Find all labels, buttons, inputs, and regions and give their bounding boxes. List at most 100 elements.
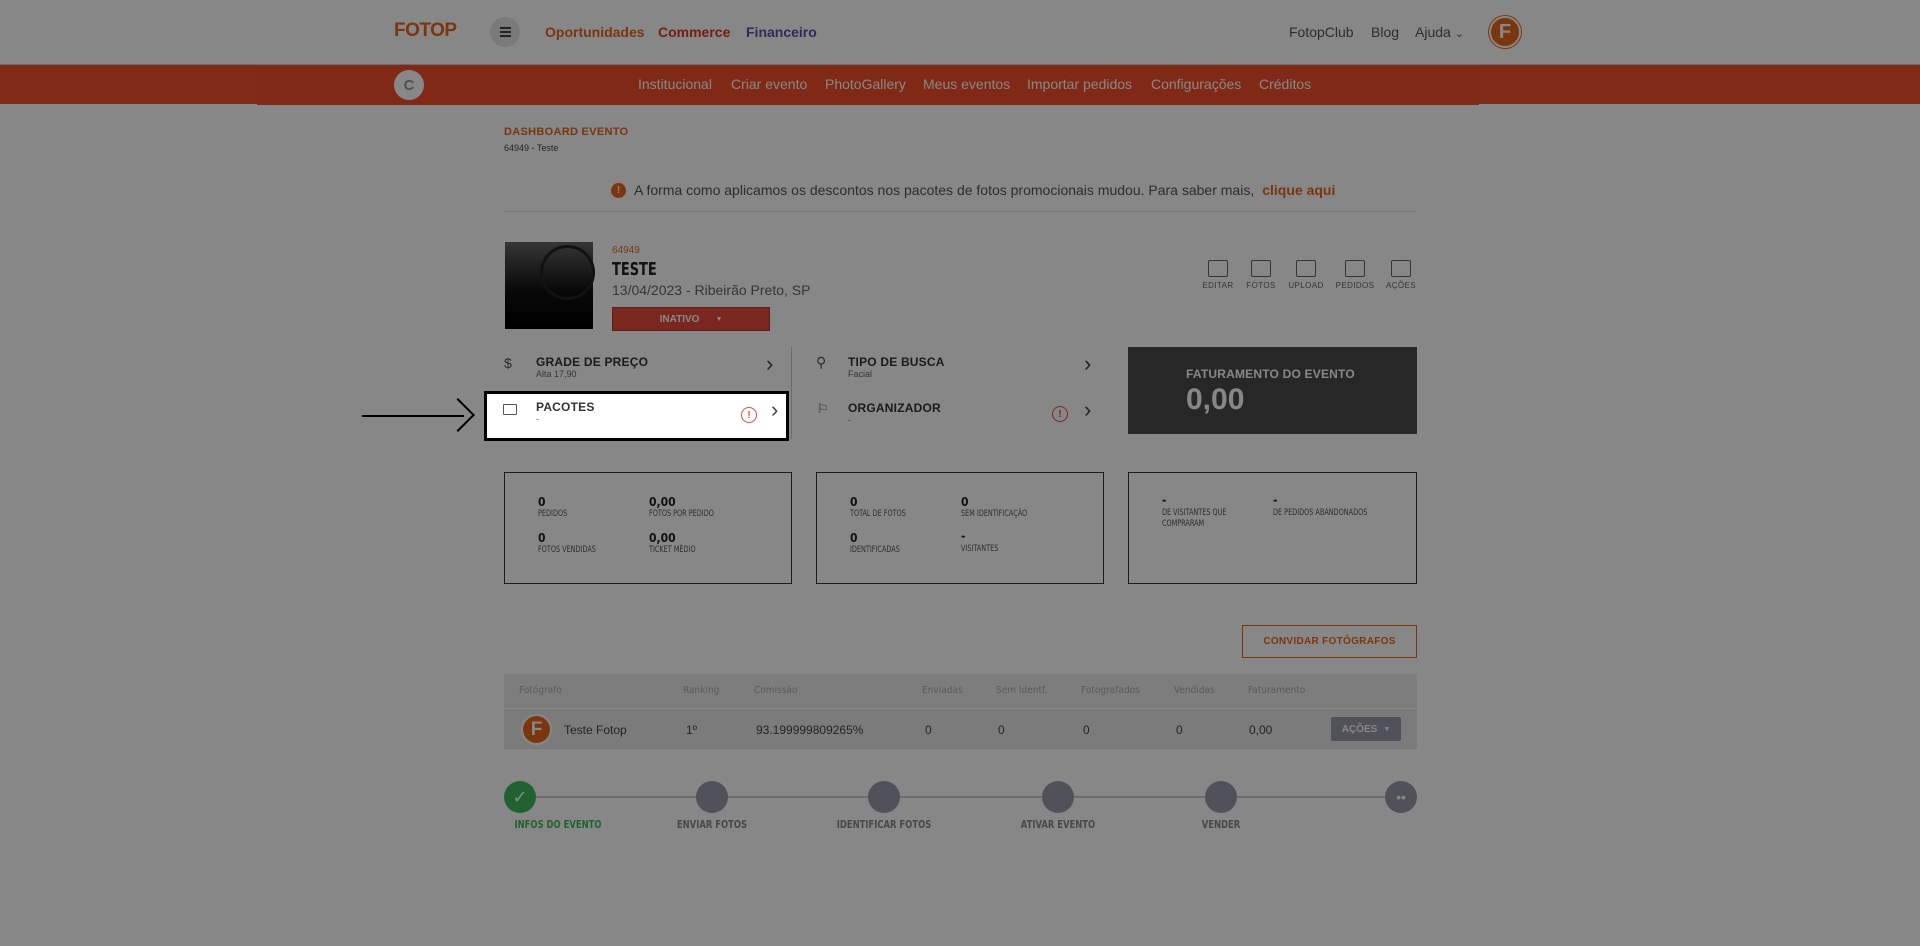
- table-row: [504, 709, 1417, 749]
- page-subtitle: 64949 - Teste: [504, 143, 559, 153]
- stat-value: 0: [850, 531, 858, 545]
- revenue-label: FATURAMENTO DO EVENTO: [1186, 367, 1355, 381]
- step-done-check-icon[interactable]: ✓: [504, 781, 536, 813]
- subnav-institucional[interactable]: Institucional: [638, 76, 712, 92]
- hamburger-menu-button[interactable]: [490, 17, 520, 47]
- nav-blog[interactable]: Blog: [1371, 24, 1399, 40]
- step-enviar-fotos[interactable]: [696, 781, 728, 813]
- column-header: Fotografados: [1081, 685, 1140, 696]
- pointer-arrow-icon: [441, 398, 475, 432]
- nav-fotopclub[interactable]: FotopClub: [1289, 24, 1354, 40]
- step-ativar-evento[interactable]: [1042, 781, 1074, 813]
- hamburger-icon: [499, 31, 511, 33]
- cell-comissao: 93.199999809265%: [756, 723, 864, 737]
- caret-down-icon: ▼: [1383, 725, 1391, 733]
- stat-value: -: [1162, 493, 1167, 507]
- subnav-creditos[interactable]: Créditos: [1259, 76, 1311, 92]
- row-label: ORGANIZADOR: [848, 401, 941, 415]
- event-status-dropdown[interactable]: INATIVO ▼: [612, 307, 770, 331]
- nav-commerce[interactable]: Commerce: [658, 24, 730, 40]
- event-date-location: 13/04/2023 - Ribeirão Preto, SP: [612, 282, 811, 298]
- fotop-logo[interactable]: FOTOP: [394, 20, 457, 42]
- column-header: Fotógrafo: [519, 685, 562, 696]
- stat-value: 0: [538, 495, 546, 509]
- action-fotos[interactable]: FOTOS: [1241, 260, 1281, 290]
- cell-faturamento: 0,00: [1249, 723, 1273, 737]
- neutral-face-icon: ••: [1385, 781, 1417, 813]
- action-label: AÇÕES: [1385, 281, 1416, 290]
- row-organizador[interactable]: ⚐ ORGANIZADOR - ! ›: [815, 397, 1095, 434]
- warning-icon: !: [741, 407, 757, 423]
- stat-value: -: [961, 529, 966, 543]
- row-value: -: [848, 415, 851, 425]
- stats-box-photos: 0 TOTAL DE FOTOS 0 SEM IDENTIFICAÇÃO 0 I…: [816, 472, 1104, 584]
- dollar-icon: $: [504, 355, 512, 371]
- chevron-right-icon: ›: [1084, 397, 1092, 422]
- flag-icon: ⚐: [817, 401, 829, 416]
- step-vender[interactable]: [1205, 781, 1237, 813]
- photographer-avatar: F: [521, 714, 552, 745]
- row-value: Alta 17,90: [536, 369, 577, 379]
- step-label: INFOS DO EVENTO: [514, 818, 602, 831]
- action-label: FOTOS: [1246, 281, 1276, 290]
- subnav-importar-pedidos[interactable]: Importar pedidos: [1027, 76, 1132, 92]
- account-badge[interactable]: C: [394, 70, 424, 100]
- chevron-right-icon: ›: [1084, 351, 1092, 376]
- nav-oportunidades[interactable]: Oportunidades: [545, 24, 645, 40]
- action-pedidos[interactable]: PEDIDOS: [1335, 260, 1375, 290]
- action-editar[interactable]: EDITAR: [1198, 260, 1238, 290]
- user-avatar[interactable]: F: [1489, 16, 1521, 48]
- row-pacotes[interactable]: PACOTES - ! ›: [484, 391, 789, 441]
- subnav-configuracoes[interactable]: Configurações: [1151, 76, 1241, 92]
- chevron-right-icon: ›: [766, 351, 774, 376]
- stats-box-visitors: - DE VISITANTES QUE COMPRARAM - DE PEDID…: [1128, 472, 1417, 584]
- action-acoes[interactable]: AÇÕES: [1381, 260, 1421, 290]
- invite-photographers-button[interactable]: CONVIDAR FOTÓGRAFOS: [1242, 625, 1417, 658]
- cell-ranking: 1º: [686, 723, 698, 737]
- row-actions-button[interactable]: AÇÕES ▼: [1331, 717, 1401, 741]
- stat-value: -: [1273, 493, 1278, 507]
- step-label: VENDER: [1201, 818, 1241, 831]
- cell-vendidas: 0: [1176, 723, 1183, 737]
- subnav-meus-eventos[interactable]: Meus eventos: [923, 76, 1010, 92]
- stat-label: VISITANTES: [961, 544, 999, 554]
- action-upload[interactable]: UPLOAD: [1286, 260, 1326, 290]
- column-header: Faturamento: [1248, 685, 1306, 696]
- cart-icon: [1345, 260, 1365, 277]
- nav-financeiro[interactable]: Financeiro: [746, 24, 817, 40]
- event-name: TESTE: [612, 259, 657, 280]
- row-value: Facial: [848, 369, 873, 379]
- sub-navbar: C Institucional Criar evento PhotoGaller…: [0, 64, 1920, 105]
- step-label: ENVIAR FOTOS: [676, 818, 748, 831]
- stat-label: SEM IDENTIFICAÇÃO: [961, 509, 1028, 519]
- cell-fotografados: 0: [1083, 723, 1090, 737]
- subnav-criar-evento[interactable]: Criar evento: [731, 76, 807, 92]
- stat-value: 0: [961, 495, 969, 509]
- list-icon: [1391, 260, 1411, 277]
- caret-down-icon: ▼: [715, 315, 723, 323]
- page-title: DASHBOARD EVENTO: [504, 126, 629, 138]
- step-identificar-fotos[interactable]: [868, 781, 900, 813]
- ajuda-label: Ajuda: [1415, 24, 1451, 40]
- stat-label: TICKET MÉDIO: [649, 545, 696, 555]
- row-tipo-busca[interactable]: ⚲ TIPO DE BUSCA Facial ›: [815, 351, 1095, 388]
- chevron-down-icon: ⌄: [1454, 28, 1464, 40]
- notice-link[interactable]: clique aqui: [1262, 182, 1335, 198]
- edit-icon: [1208, 260, 1228, 277]
- vertical-divider: [791, 347, 792, 439]
- stat-label: DE VISITANTES QUE COMPRARAM: [1162, 508, 1227, 529]
- event-id: 64949: [612, 245, 640, 256]
- discount-notice: ! A forma como aplicamos os descontos no…: [611, 182, 1335, 198]
- column-header: Ranking: [683, 685, 720, 696]
- alert-icon: !: [611, 182, 626, 198]
- row-label: TIPO DE BUSCA: [848, 355, 945, 369]
- nav-ajuda[interactable]: Ajuda ⌄: [1415, 24, 1464, 40]
- step-label: IDENTIFICAR FOTOS: [836, 818, 932, 831]
- progress-track: [520, 796, 1400, 798]
- subnav-photogallery[interactable]: PhotoGallery: [825, 76, 906, 92]
- action-label: UPLOAD: [1288, 281, 1324, 290]
- column-header: Sem Identf.: [996, 685, 1048, 696]
- row-grade-preco[interactable]: $ GRADE DE PREÇO Alta 17,90 ›: [504, 351, 784, 388]
- stat-value: 0: [538, 531, 546, 545]
- stat-label: FOTOS POR PEDIDO: [649, 509, 714, 519]
